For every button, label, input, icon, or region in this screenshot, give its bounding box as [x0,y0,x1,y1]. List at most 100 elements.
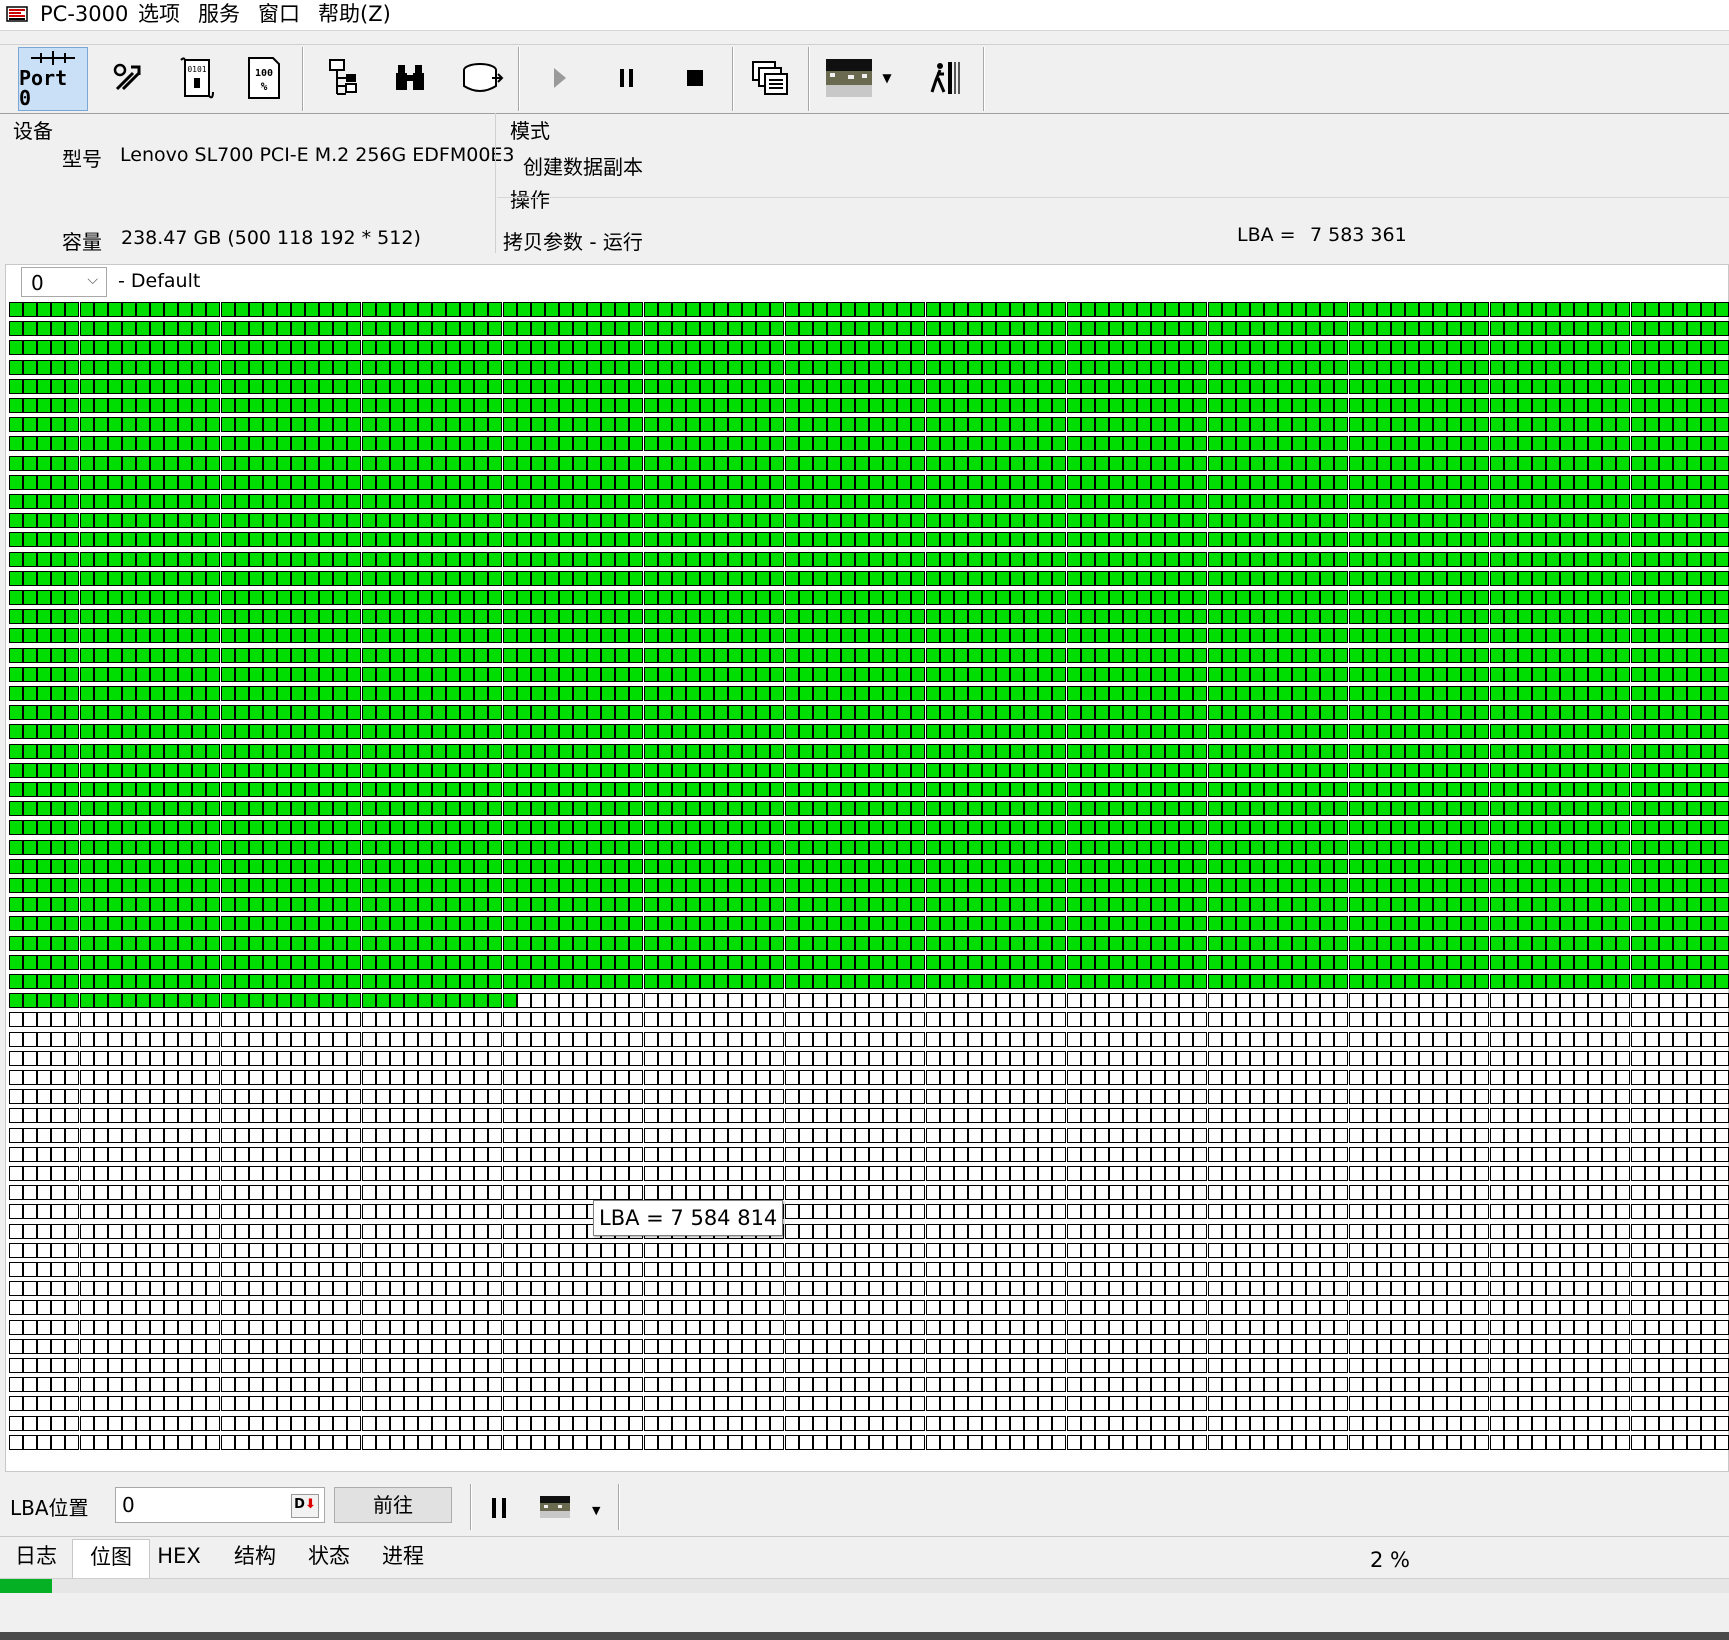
map-block-done[interactable] [1546,667,1560,682]
map-block-done[interactable] [855,667,869,682]
map-block-done[interactable] [9,571,23,586]
map-block-done[interactable] [333,321,347,336]
map-block-done[interactable] [1616,763,1630,778]
map-block-done[interactable] [65,724,79,739]
map-block-done[interactable] [1433,724,1447,739]
map-block-done[interactable] [347,974,361,989]
map-block-done[interactable] [1024,436,1038,451]
map-block-done[interactable] [432,974,446,989]
map-block-done[interactable] [1419,686,1433,701]
map-block-done[interactable] [1363,360,1377,375]
map-block-done[interactable] [1363,456,1377,471]
map-block-done[interactable] [911,494,925,509]
map-block-done[interactable] [1490,840,1504,855]
map-block-done[interactable] [686,667,700,682]
map-block-done[interactable] [1193,571,1207,586]
map-block-done[interactable] [94,705,108,720]
map-block-done[interactable] [897,648,911,663]
map-block-done[interactable] [80,398,94,413]
map-block-done[interactable] [883,840,897,855]
map-block-done[interactable] [841,763,855,778]
map-block-done[interactable] [968,494,982,509]
map-block-done[interactable] [23,916,37,931]
map-block-done[interactable] [982,340,996,355]
map-block-done[interactable] [714,302,728,317]
map-block-done[interactable] [1687,609,1701,624]
map-block-done[interactable] [1264,897,1278,912]
map-block-done[interactable] [347,744,361,759]
map-block-done[interactable] [178,609,192,624]
map-block-done[interactable] [1447,916,1461,931]
map-block-pending[interactable] [897,993,911,1008]
map-block-done[interactable] [1334,897,1348,912]
map-block-done[interactable] [1165,379,1179,394]
map-block-done[interactable] [1659,417,1673,432]
map-block-done[interactable] [1659,955,1673,970]
map-block-done[interactable] [1659,744,1673,759]
map-block-done[interactable] [362,302,376,317]
map-block-done[interactable] [785,648,799,663]
map-block-done[interactable] [714,916,728,931]
map-block-done[interactable] [263,571,277,586]
map-block-done[interactable] [446,494,460,509]
map-block-done[interactable] [1645,686,1659,701]
map-block-done[interactable] [1433,379,1447,394]
map-block-done[interactable] [1179,609,1193,624]
map-block-done[interactable] [1236,340,1250,355]
map-block-done[interactable] [1236,532,1250,547]
map-block-done[interactable] [37,379,51,394]
map-block-done[interactable] [911,417,925,432]
map-block-done[interactable] [108,820,122,835]
map-block-done[interactable] [503,667,517,682]
map-block-done[interactable] [94,897,108,912]
map-block-done[interactable] [1560,475,1574,490]
map-block-done[interactable] [460,436,474,451]
map-block-done[interactable] [1236,302,1250,317]
map-block-done[interactable] [94,744,108,759]
map-block-done[interactable] [37,398,51,413]
map-block-done[interactable] [192,648,206,663]
map-block-done[interactable] [911,955,925,970]
map-block-done[interactable] [1038,648,1052,663]
map-block-done[interactable] [319,436,333,451]
map-block-done[interactable] [1391,801,1405,816]
map-block-done[interactable] [728,417,742,432]
map-block-done[interactable] [1292,878,1306,893]
map-block-done[interactable] [827,552,841,567]
map-block-done[interactable] [1123,494,1137,509]
map-block-done[interactable] [883,321,897,336]
map-block-done[interactable] [305,552,319,567]
map-block-done[interactable] [164,993,178,1008]
map-block-done[interactable] [474,724,488,739]
map-block-done[interactable] [1292,571,1306,586]
map-block-done[interactable] [1208,513,1222,528]
map-block-done[interactable] [1292,840,1306,855]
map-block-done[interactable] [644,820,658,835]
map-block-done[interactable] [376,417,390,432]
map-block-done[interactable] [700,417,714,432]
map-block-done[interactable] [1151,820,1165,835]
map-block-done[interactable] [644,417,658,432]
map-block-done[interactable] [742,820,756,835]
map-block-done[interactable] [446,782,460,797]
map-block-done[interactable] [644,628,658,643]
map-block-done[interactable] [1504,859,1518,874]
map-block-done[interactable] [1391,955,1405,970]
map-block-done[interactable] [432,744,446,759]
map-block-done[interactable] [474,840,488,855]
map-block-done[interactable] [545,398,559,413]
map-block-done[interactable] [277,955,291,970]
map-block-done[interactable] [587,379,601,394]
map-block-done[interactable] [1250,916,1264,931]
map-block-done[interactable] [799,820,813,835]
map-block-done[interactable] [1475,494,1489,509]
map-block-done[interactable] [1475,590,1489,605]
map-block-done[interactable] [488,532,502,547]
map-block-done[interactable] [1560,724,1574,739]
map-block-done[interactable] [1067,571,1081,586]
map-block-done[interactable] [897,609,911,624]
map-block-done[interactable] [206,840,220,855]
map-block-done[interactable] [1067,321,1081,336]
map-block-done[interactable] [1264,513,1278,528]
map-block-done[interactable] [1193,648,1207,663]
